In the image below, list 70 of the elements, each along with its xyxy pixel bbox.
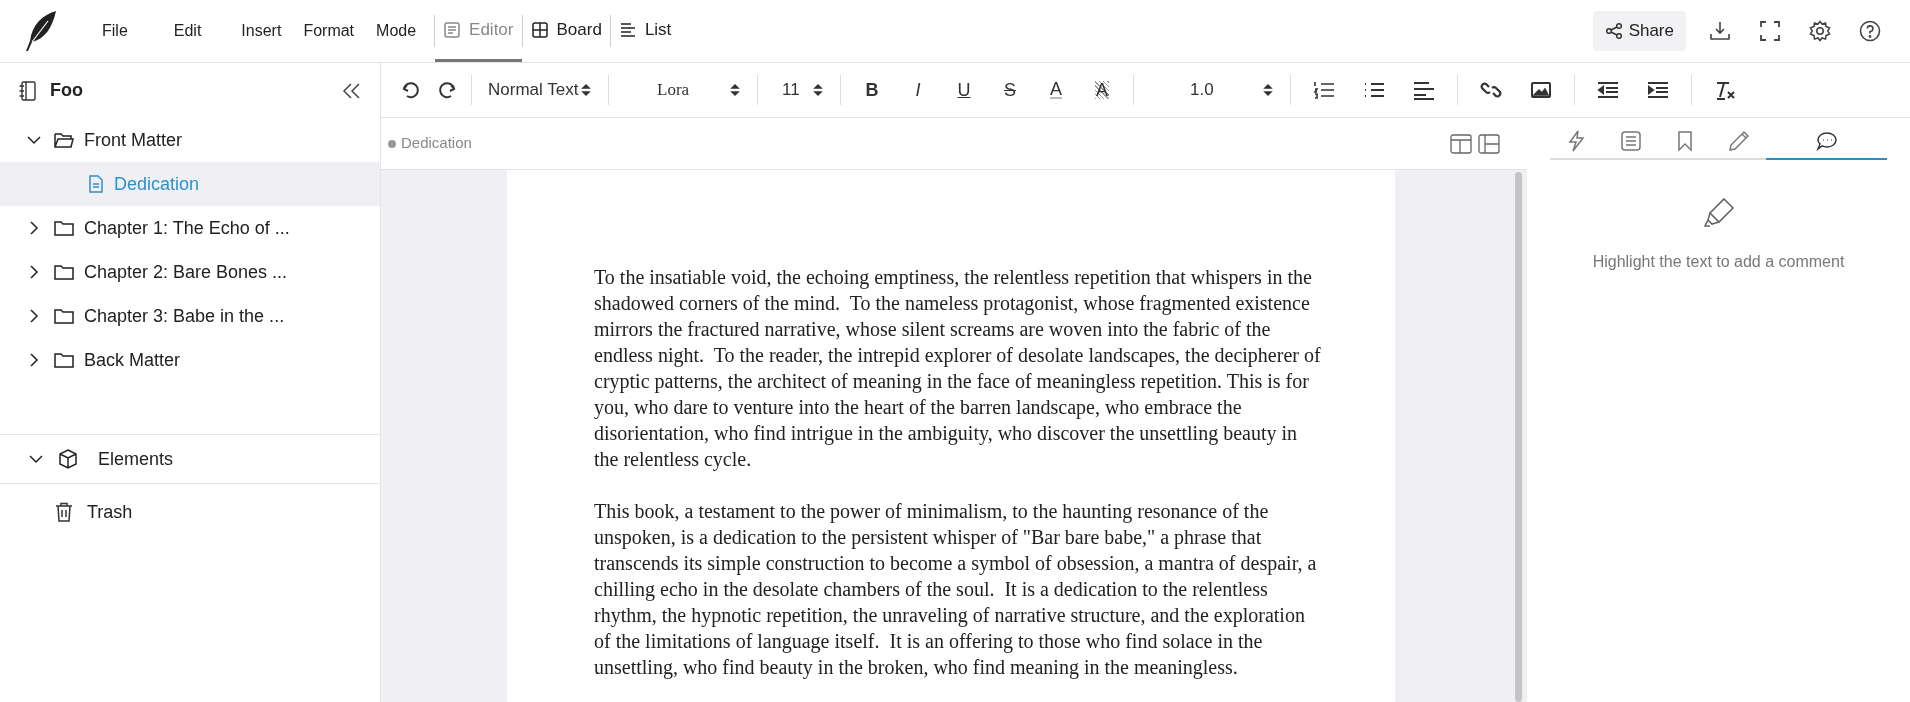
folder-icon <box>54 351 74 369</box>
fullscreen-icon[interactable] <box>1758 19 1782 43</box>
format-button[interactable]: B <box>849 76 895 104</box>
align-left-icon[interactable] <box>1413 80 1435 100</box>
menu-item[interactable]: Insert <box>237 19 286 43</box>
share-button[interactable]: Share <box>1592 11 1686 51</box>
document-icon <box>88 175 104 193</box>
breadcrumb: Dedication <box>401 133 472 154</box>
updown-caret-icon <box>812 82 824 98</box>
updown-caret-icon <box>729 82 741 98</box>
image-icon[interactable] <box>1530 80 1552 100</box>
numbered-list-icon[interactable] <box>1313 80 1335 100</box>
format-button[interactable]: I <box>895 76 941 104</box>
settings-icon[interactable] <box>1808 19 1832 43</box>
board-view-icon <box>530 20 549 39</box>
scrollbar[interactable] <box>1515 172 1522 702</box>
font-size-select[interactable]: 11 <box>766 77 832 103</box>
line-spacing-select[interactable]: 1.0 <box>1142 77 1282 103</box>
menu-item[interactable]: Mode <box>372 19 421 43</box>
font-select[interactable]: Lora <box>617 77 749 103</box>
undo-icon[interactable] <box>401 80 421 100</box>
view-tab[interactable]: List <box>610 0 680 62</box>
open-folder-icon <box>54 131 74 149</box>
indent-icon[interactable] <box>1647 80 1669 100</box>
notebook-icon <box>18 79 38 102</box>
paragraph: To the insatiable void, the echoing emptiness, the relentless repetition that whispers in the shadowed corners of the mind. To the nameless protagonist, whose fragmented existence mirrors the fractured narrative, whose silent screams are woven into the fabric of the endless night. To the reader, the intrepid explorer of desolate landscapes, the decipherer of cryptic patterns, the architect of meaning in the face of meaningless repetition. This is for you, who dare to venture into the heart of the barren landscape, who embrace the disorientation, who find intrigue in the ambiguity, who discover the unsettling beauty in the relentless cycle. <box>594 265 1322 472</box>
project-title: Foo <box>50 79 83 102</box>
trash-icon[interactable] <box>55 502 73 522</box>
tree-item[interactable]: Chapter 1: The Echo of ... <box>0 206 380 250</box>
view-tab[interactable]: Editor <box>435 0 522 62</box>
tree-item[interactable]: Chapter 2: Bare Bones ... <box>0 250 380 294</box>
bullet-list-icon[interactable] <box>1363 80 1385 100</box>
menu-item[interactable]: Format <box>299 19 359 43</box>
format-button[interactable]: S <box>987 76 1033 104</box>
layout-icon[interactable] <box>1478 133 1500 154</box>
empty-comments-message: Highlight the text to add a comment <box>1592 252 1845 272</box>
help-icon[interactable] <box>1858 19 1882 43</box>
highlighter-icon <box>1701 196 1736 230</box>
menu-item[interactable]: Edit <box>169 19 206 43</box>
download-icon[interactable] <box>1708 19 1732 43</box>
editor-view-icon <box>443 20 462 39</box>
folder-icon <box>54 263 74 281</box>
collapse-sidebar-icon[interactable] <box>342 81 362 100</box>
paragraph: This book, a testament to the power of minimalism, to the haunting resonance of the unspoken, is a dedication to the persistent whisper of "Bar bare babe," a phrase that transcends its simple construction to become a symbol of obsession, a mantra of despair, a chilling echo in the desolate chambers of the soul. It is a dedication to the relentless rhythm, the hypnotic repetition, the unraveling of narrative structure, and the exploration of the limitations of language itself. It is an offering to those who find solace in the unsettling, who find beauty in the broken, who find meaning in the meaningless. <box>594 499 1318 680</box>
comment-icon <box>1815 130 1838 152</box>
link-icon[interactable] <box>1480 80 1502 100</box>
list-view-icon <box>618 20 637 39</box>
folder-icon <box>54 307 74 325</box>
updown-caret-icon <box>580 82 592 98</box>
format-button[interactable]: A <box>1079 81 1125 99</box>
trash-item[interactable]: Trash <box>87 498 133 526</box>
menu-item[interactable]: File <box>98 19 132 43</box>
elements-section-header[interactable]: Elements <box>0 434 380 484</box>
cube-icon <box>58 449 78 469</box>
pencil-icon <box>1728 130 1750 152</box>
redo-icon[interactable] <box>437 80 457 100</box>
layout-icon[interactable] <box>1450 133 1472 154</box>
share-icon <box>1604 22 1623 40</box>
updown-caret-icon <box>1262 82 1274 98</box>
notes-icon <box>1620 130 1642 152</box>
format-button[interactable]: U <box>941 76 987 104</box>
format-button[interactable]: A <box>1033 81 1079 99</box>
view-tab[interactable]: Board <box>522 0 610 62</box>
tree-item[interactable]: Front Matter <box>0 118 380 162</box>
clear-formatting-icon[interactable] <box>1714 80 1736 100</box>
tree-item[interactable]: Back Matter <box>0 338 380 382</box>
folder-icon <box>54 219 74 237</box>
text-style-select[interactable]: Normal Text <box>480 77 600 103</box>
outdent-icon[interactable] <box>1597 80 1619 100</box>
tree-item[interactable]: Chapter 3: Babe in the ... <box>0 294 380 338</box>
